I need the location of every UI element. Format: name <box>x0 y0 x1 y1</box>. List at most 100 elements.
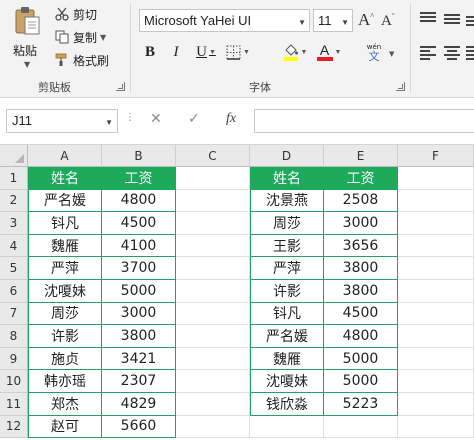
insert-function-icon[interactable]: fx <box>226 111 236 127</box>
table-cell[interactable]: 王影 <box>250 234 324 258</box>
table-cell[interactable]: 4500 <box>102 212 176 235</box>
table-cell[interactable]: 3656 <box>324 234 398 258</box>
table-cell[interactable]: 郑杰 <box>28 393 102 416</box>
table-cell[interactable]: 3421 <box>102 347 176 371</box>
table-cell[interactable]: 许影 <box>250 280 324 303</box>
font-name-select[interactable]: Microsoft YaHei UI ▼ <box>139 9 310 32</box>
row-header-3[interactable]: 3 <box>0 212 28 235</box>
align-left-icon[interactable] <box>420 46 436 60</box>
table-cell[interactable]: 4800 <box>102 189 176 213</box>
cell[interactable] <box>176 280 250 303</box>
table-cell[interactable]: 5660 <box>102 415 176 439</box>
font-launcher-icon[interactable] <box>396 82 405 91</box>
table-cell[interactable]: 3700 <box>102 257 176 280</box>
table-cell[interactable]: 2307 <box>102 370 176 393</box>
cell[interactable] <box>398 189 474 213</box>
cell[interactable] <box>398 347 474 371</box>
table-cell[interactable]: 魏雁 <box>250 347 324 371</box>
bold-button[interactable]: B <box>141 42 159 62</box>
row-header-6[interactable]: 6 <box>0 280 28 303</box>
row-header-12[interactable]: 12 <box>0 415 28 439</box>
underline-button[interactable]: U ▼ <box>192 42 220 62</box>
table-cell[interactable]: 5000 <box>324 347 398 371</box>
font-size-select[interactable]: 11 ▼ <box>313 9 353 32</box>
table-cell[interactable]: 3800 <box>102 325 176 348</box>
cell[interactable] <box>176 325 250 348</box>
table-cell[interactable]: 许影 <box>28 325 102 348</box>
enter-icon[interactable]: ✓ <box>188 111 200 127</box>
table-cell[interactable]: 严名媛 <box>250 325 324 348</box>
row-header-2[interactable]: 2 <box>0 189 28 213</box>
table-cell[interactable]: 5000 <box>102 280 176 303</box>
row-header-1[interactable]: 1 <box>0 167 28 190</box>
cut-button[interactable]: 剪切 <box>54 5 97 23</box>
column-header-a[interactable]: A <box>28 145 102 167</box>
cell[interactable] <box>324 415 398 439</box>
column-header-c[interactable]: C <box>176 145 250 167</box>
align-top-icon[interactable] <box>420 12 436 26</box>
align-bottom-icon[interactable] <box>466 12 474 26</box>
align-middle-icon[interactable] <box>444 12 460 26</box>
cell[interactable] <box>176 415 250 439</box>
table-cell[interactable]: 施贞 <box>28 347 102 371</box>
table-cell[interactable]: 5223 <box>324 393 398 416</box>
cell[interactable] <box>250 415 324 439</box>
row-header-4[interactable]: 4 <box>0 234 28 258</box>
table-cell[interactable]: 周莎 <box>28 302 102 326</box>
table-cell[interactable]: 严萍 <box>28 257 102 280</box>
cell[interactable] <box>176 189 250 213</box>
table-cell[interactable]: 3800 <box>324 280 398 303</box>
name-box[interactable]: J11 ▼ <box>6 109 118 133</box>
phonetic-guide-button[interactable]: wén 文 <box>363 42 385 62</box>
table-cell[interactable]: 3000 <box>102 302 176 326</box>
cell[interactable] <box>176 302 250 326</box>
cell[interactable] <box>176 347 250 371</box>
row-header-10[interactable]: 10 <box>0 370 28 393</box>
table-cell[interactable]: 周莎 <box>250 212 324 235</box>
cell[interactable] <box>176 212 250 235</box>
table-header-cell[interactable]: 工资 <box>324 167 398 190</box>
cell[interactable] <box>398 302 474 326</box>
more-icon[interactable]: ⋮ <box>125 112 135 123</box>
column-header-f[interactable]: F <box>398 145 474 167</box>
table-cell[interactable]: 5000 <box>324 370 398 393</box>
table-cell[interactable]: 赵可 <box>28 415 102 439</box>
italic-button[interactable]: I <box>167 42 185 62</box>
borders-button[interactable]: ▼ <box>225 42 251 62</box>
cell[interactable] <box>398 167 474 190</box>
table-cell[interactable]: 严名媛 <box>28 189 102 213</box>
cell[interactable] <box>398 393 474 416</box>
column-header-e[interactable]: E <box>324 145 398 167</box>
row-header-11[interactable]: 11 <box>0 393 28 416</box>
fill-color-button[interactable]: ▼ <box>281 42 309 62</box>
format-painter-button[interactable]: 格式刷 <box>54 51 109 69</box>
paste-button[interactable]: 粘贴 ▼ <box>8 4 48 69</box>
cell[interactable] <box>176 234 250 258</box>
formula-input[interactable] <box>254 109 474 133</box>
cell[interactable] <box>398 325 474 348</box>
table-cell[interactable]: 4100 <box>102 234 176 258</box>
cell[interactable] <box>398 257 474 280</box>
font-color-button[interactable]: A ▼ <box>315 42 343 62</box>
cell[interactable] <box>176 167 250 190</box>
table-cell[interactable]: 沈嗄妹 <box>28 280 102 303</box>
select-all-corner[interactable] <box>0 145 28 167</box>
table-cell[interactable]: 钭凡 <box>28 212 102 235</box>
cell[interactable] <box>398 212 474 235</box>
decrease-font-size-button[interactable]: Aˇ <box>381 12 395 30</box>
column-header-b[interactable]: B <box>102 145 176 167</box>
align-right-icon[interactable] <box>466 46 474 60</box>
increase-font-size-button[interactable]: A^ <box>358 10 374 30</box>
table-header-cell[interactable]: 姓名 <box>250 167 324 190</box>
table-cell[interactable]: 钭凡 <box>250 302 324 326</box>
table-cell[interactable]: 严萍 <box>250 257 324 280</box>
cell[interactable] <box>398 280 474 303</box>
cell[interactable] <box>398 415 474 439</box>
table-cell[interactable]: 沈景燕 <box>250 189 324 213</box>
row-header-8[interactable]: 8 <box>0 325 28 348</box>
cell[interactable] <box>176 393 250 416</box>
cell[interactable] <box>398 370 474 393</box>
table-cell[interactable]: 钱欣淼 <box>250 393 324 416</box>
cell[interactable] <box>176 370 250 393</box>
table-cell[interactable]: 3800 <box>324 257 398 280</box>
